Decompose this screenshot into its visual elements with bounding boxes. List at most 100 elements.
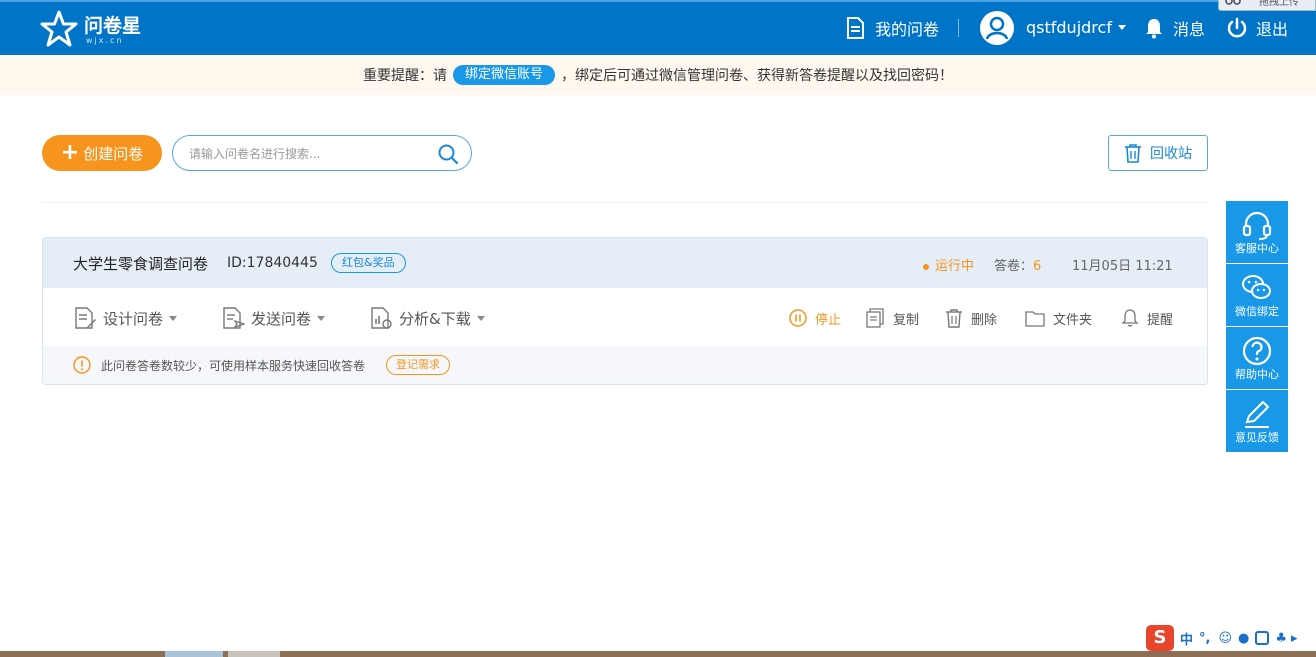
chevron-down-icon: [476, 315, 485, 321]
nav-messages-label: 消息: [1173, 19, 1206, 39]
send-survey-label: 发送问卷: [251, 309, 312, 328]
create-survey-button[interactable]: + 创建问卷: [42, 135, 162, 171]
user-menu[interactable]: qstfdujdrcf: [980, 0, 1126, 55]
wechat-icon: [1242, 275, 1271, 299]
document-icon: [847, 16, 864, 39]
pencil-icon: [1245, 400, 1270, 428]
microphone-icon[interactable]: ●: [1238, 631, 1249, 646]
survey-tag[interactable]: 红包&奖品: [331, 253, 406, 273]
plus-icon: +: [60, 140, 80, 165]
create-survey-label: 创建问卷: [83, 144, 144, 163]
avatar: [980, 10, 1014, 45]
survey-card-header: 大学生零食调查问卷 ID:17840445 红包&奖品 运行中 答卷：6 11月…: [43, 238, 1207, 288]
trash-icon: [1125, 144, 1141, 163]
drag-upload-tab[interactable]: 拖拽上传: [1218, 0, 1316, 11]
logo-text: 问卷星: [84, 15, 142, 37]
pause-icon: [789, 309, 807, 327]
drag-upload-label: 拖拽上传: [1259, 0, 1299, 8]
sidebar-item-label: 意见反馈: [1235, 431, 1279, 444]
design-doc-icon: [75, 307, 96, 329]
power-icon: [1227, 17, 1247, 37]
survey-date: 11月05日 11:21: [1072, 259, 1173, 274]
status-dot-icon: [923, 263, 929, 270]
toolbar-divider: [42, 202, 1208, 203]
taskbar-item[interactable]: [228, 651, 280, 657]
sidebar-item-label: 客服中心: [1235, 242, 1279, 255]
notice-bar: 重要提醒：请 绑定微信账号 ，绑定后可通过微信管理问卷、获得新答卷提醒以及找回密…: [0, 55, 1316, 95]
sidebar-item-customer-service[interactable]: 客服中心: [1226, 201, 1288, 263]
warning-icon: [73, 356, 91, 374]
float-sidebar: 客服中心 微信绑定 帮助中心 意见反馈: [1226, 201, 1288, 453]
delete-button[interactable]: 删除: [945, 306, 997, 330]
status-label: 运行中: [935, 259, 975, 274]
answer-count-value[interactable]: 6: [1033, 259, 1041, 274]
search-icon[interactable]: [437, 143, 459, 165]
recycle-bin-button[interactable]: 回收站: [1108, 135, 1208, 171]
nav-logout-label: 退出: [1256, 19, 1289, 39]
sample-service-text: 此问卷答卷数较少，可使用样本服务快速回收答卷: [101, 358, 366, 373]
analyze-download-label: 分析&下载: [399, 309, 471, 328]
nav-separator: [958, 19, 959, 37]
survey-card: 大学生零食调查问卷 ID:17840445 红包&奖品 运行中 答卷：6 11月…: [42, 237, 1208, 385]
star-logo-icon: [40, 10, 78, 47]
tools-icon[interactable]: ▸: [1291, 631, 1298, 646]
nav-my-surveys[interactable]: 我的问卷: [845, 0, 939, 55]
remind-button[interactable]: 提醒: [1121, 306, 1173, 330]
punctuation-icon[interactable]: °,: [1199, 631, 1210, 646]
register-demand-button[interactable]: 登记需求: [386, 355, 450, 375]
answer-count-label: 答卷：: [994, 259, 1034, 274]
chevron-down-icon: [1117, 25, 1126, 30]
bell-icon: [1146, 18, 1162, 38]
search-box[interactable]: [172, 135, 472, 171]
notice-prefix: 重要提醒：请: [362, 68, 447, 84]
sidebar-item-label: 微信绑定: [1235, 305, 1279, 318]
trash-icon: [946, 309, 962, 328]
sogou-logo: S: [1146, 625, 1174, 651]
remind-label: 提醒: [1147, 312, 1174, 328]
notice-suffix: ，绑定后可通过微信管理问卷、获得新答卷提醒以及找回密码！: [561, 68, 953, 84]
user-icon: [985, 16, 1009, 40]
ime-toolbar[interactable]: S 中 °, ☺ ● ♣ ▸: [1146, 624, 1316, 652]
survey-title[interactable]: 大学生零食调查问卷: [73, 253, 208, 274]
send-doc-icon: [223, 307, 245, 329]
survey-id: ID:17840445: [227, 255, 318, 271]
send-survey-menu[interactable]: 发送问卷: [221, 304, 326, 332]
chevron-down-icon: [317, 315, 326, 321]
sidebar-item-label: 帮助中心: [1235, 368, 1279, 381]
folder-icon: [1025, 311, 1045, 327]
stop-label: 停止: [815, 312, 842, 328]
sidebar-item-wechat-bind[interactable]: 微信绑定: [1226, 264, 1288, 326]
search-input[interactable]: [189, 144, 429, 164]
copy-icon: [866, 308, 884, 328]
ime-mode[interactable]: 中: [1180, 629, 1193, 648]
taskbar-item[interactable]: [165, 651, 223, 657]
logo-subtext: wjx.cn: [86, 36, 124, 45]
nav-my-surveys-label: 我的问卷: [875, 19, 940, 39]
chevron-down-icon: [169, 315, 178, 321]
status-badge: 运行中: [923, 255, 974, 274]
survey-card-footer: 此问卷答卷数较少，可使用样本服务快速回收答卷 登记需求: [43, 346, 1207, 384]
skin-icon[interactable]: ♣: [1275, 631, 1287, 646]
design-survey-menu[interactable]: 设计问卷: [73, 304, 178, 332]
username: qstfdujdrcf: [1026, 18, 1112, 37]
analyze-download-menu[interactable]: 分析&下载: [369, 304, 485, 332]
emoji-icon[interactable]: ☺: [1218, 631, 1232, 646]
folder-button[interactable]: 文件夹: [1025, 306, 1092, 330]
top-nav-bar: 问卷星 wjx.cn 我的问卷 qstfdujdrcf 消息 退出 拖拽上传: [0, 0, 1316, 55]
bind-wechat-link[interactable]: 绑定微信账号: [452, 65, 555, 85]
taskbar-strip: [0, 651, 1316, 657]
answer-count: 答卷：6: [994, 255, 1041, 274]
sidebar-item-feedback[interactable]: 意见反馈: [1226, 390, 1288, 452]
delete-label: 删除: [971, 312, 998, 328]
recycle-bin-label: 回收站: [1150, 146, 1192, 162]
keyboard-icon[interactable]: [1255, 631, 1270, 645]
folder-label: 文件夹: [1053, 312, 1093, 328]
sample-service-tip: 此问卷答卷数较少，可使用样本服务快速回收答卷: [73, 356, 365, 374]
design-survey-label: 设计问卷: [103, 309, 164, 328]
nav-messages[interactable]: 消息: [1144, 0, 1205, 55]
logo[interactable]: 问卷星 wjx.cn: [40, 9, 141, 49]
analytics-doc-icon: [371, 307, 392, 329]
copy-button[interactable]: 复制: [865, 306, 919, 330]
sidebar-item-help-center[interactable]: 帮助中心: [1226, 327, 1288, 389]
stop-button[interactable]: 停止: [789, 306, 841, 330]
